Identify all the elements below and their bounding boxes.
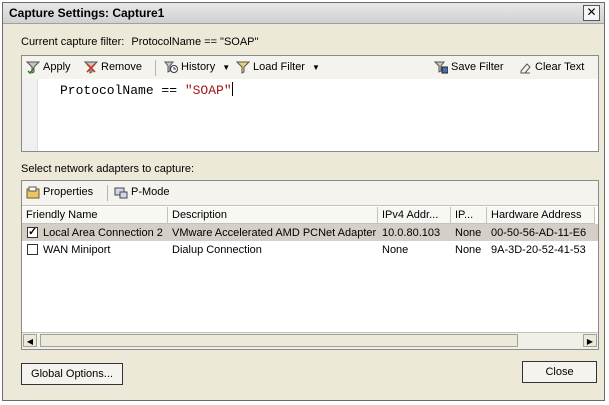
save-filter-button[interactable]: Save Filter xyxy=(433,59,504,75)
editor-text-prefix: ProtocolName == xyxy=(60,83,185,98)
table-row[interactable]: WAN Miniport Dialup Connection None None… xyxy=(22,241,598,258)
clear-text-button[interactable]: Clear Text xyxy=(518,59,584,75)
editor-gutter xyxy=(22,79,38,151)
properties-icon xyxy=(26,186,40,199)
adapters-table-header: Friendly Name Description IPv4 Addr... I… xyxy=(22,207,595,224)
adapters-toolbar: Properties P-Mode xyxy=(22,181,598,206)
adapter-name: WAN Miniport xyxy=(43,243,111,256)
adapters-panel: Properties P-Mode Friendly Name Descript… xyxy=(21,180,599,350)
filter-editor[interactable]: ProtocolName == "SOAP" xyxy=(22,79,598,151)
friendly-name-cell: WAN Miniport xyxy=(22,244,168,256)
clear-text-label: Clear Text xyxy=(535,61,585,73)
remove-filter-icon xyxy=(83,61,99,74)
horizontal-scrollbar[interactable]: ◀ ▶ xyxy=(22,332,598,349)
window-title: Capture Settings: Capture1 xyxy=(9,6,165,20)
close-button[interactable]: Close xyxy=(522,361,597,383)
hardware-address-cell: 00-50-56-AD-11-E6 xyxy=(491,226,587,239)
ipv4-cell: None xyxy=(382,243,409,256)
load-filter-label: Load Filter xyxy=(253,61,305,73)
table-row[interactable]: Local Area Connection 2 VMware Accelerat… xyxy=(22,224,598,241)
global-options-button[interactable]: Global Options... xyxy=(21,363,123,385)
adapter-name: Local Area Connection 2 xyxy=(43,226,163,239)
scrollbar-thumb[interactable] xyxy=(40,334,518,347)
current-filter-value: ProtocolName == "SOAP" xyxy=(131,36,259,48)
current-filter-line: Current capture filter: ProtocolName == … xyxy=(21,36,258,48)
column-header-ipv4[interactable]: IPv4 Addr... xyxy=(378,207,451,223)
save-filter-label: Save Filter xyxy=(451,61,504,73)
column-header-description[interactable]: Description xyxy=(168,207,378,223)
adapter-checkbox[interactable] xyxy=(27,227,38,238)
scroll-right-icon[interactable]: ▶ xyxy=(583,334,597,347)
properties-button[interactable]: Properties xyxy=(26,184,93,200)
pmode-button[interactable]: P-Mode xyxy=(114,184,170,200)
ipv4-cell: 10.0.80.103 xyxy=(382,226,441,239)
capture-settings-window: Capture Settings: Capture1 ✕ Current cap… xyxy=(2,2,605,401)
adapter-checkbox[interactable] xyxy=(27,244,38,255)
current-filter-label: Current capture filter: xyxy=(21,36,125,48)
save-filter-icon xyxy=(433,61,449,74)
remove-button[interactable]: Remove xyxy=(83,59,142,75)
remove-label: Remove xyxy=(101,61,142,73)
history-clock-icon xyxy=(164,61,178,74)
close-window-button[interactable]: ✕ xyxy=(583,5,600,21)
eraser-icon xyxy=(518,61,532,74)
properties-label: Properties xyxy=(43,186,94,198)
friendly-name-cell: Local Area Connection 2 xyxy=(22,227,168,239)
text-caret xyxy=(231,82,233,96)
editor-text-string: "SOAP" xyxy=(184,83,232,98)
column-header-friendly-name[interactable]: Friendly Name xyxy=(22,207,168,223)
column-header-hardware-address[interactable]: Hardware Address xyxy=(487,207,595,223)
toolbar-separator xyxy=(107,185,108,201)
network-adapter-icon xyxy=(114,186,128,199)
column-header-ip[interactable]: IP... xyxy=(451,207,487,223)
hardware-address-cell: 9A-3D-20-52-41-53 xyxy=(491,243,586,256)
scroll-left-icon[interactable]: ◀ xyxy=(23,334,37,347)
chevron-down-icon: ▼ xyxy=(222,62,231,72)
adapters-label: Select network adapters to capture: xyxy=(21,163,195,175)
history-dropdown[interactable]: History ▼ xyxy=(164,59,230,75)
title-bar[interactable]: Capture Settings: Capture1 ✕ xyxy=(3,3,604,24)
filter-editor-text: ProtocolName == "SOAP" xyxy=(60,82,233,98)
apply-button[interactable]: Apply xyxy=(25,59,71,75)
ip-cell: None xyxy=(455,226,482,239)
apply-funnel-icon xyxy=(25,61,41,74)
toolbar-separator xyxy=(155,60,156,76)
description-cell: VMware Accelerated AMD PCNet Adapter xyxy=(172,226,377,239)
ip-cell: None xyxy=(455,243,482,256)
load-filter-dropdown[interactable]: Load Filter ▼ xyxy=(235,59,320,75)
chevron-down-icon: ▼ xyxy=(311,62,320,72)
history-label: History xyxy=(181,61,216,73)
filter-toolbar: Apply Remove History ▼ Load Filter ▼ Sav… xyxy=(22,56,598,80)
description-cell: Dialup Connection xyxy=(172,243,262,256)
load-filter-icon xyxy=(235,61,251,74)
filter-panel: Apply Remove History ▼ Load Filter ▼ Sav… xyxy=(21,55,599,152)
apply-label: Apply xyxy=(43,61,71,73)
pmode-label: P-Mode xyxy=(131,186,170,198)
